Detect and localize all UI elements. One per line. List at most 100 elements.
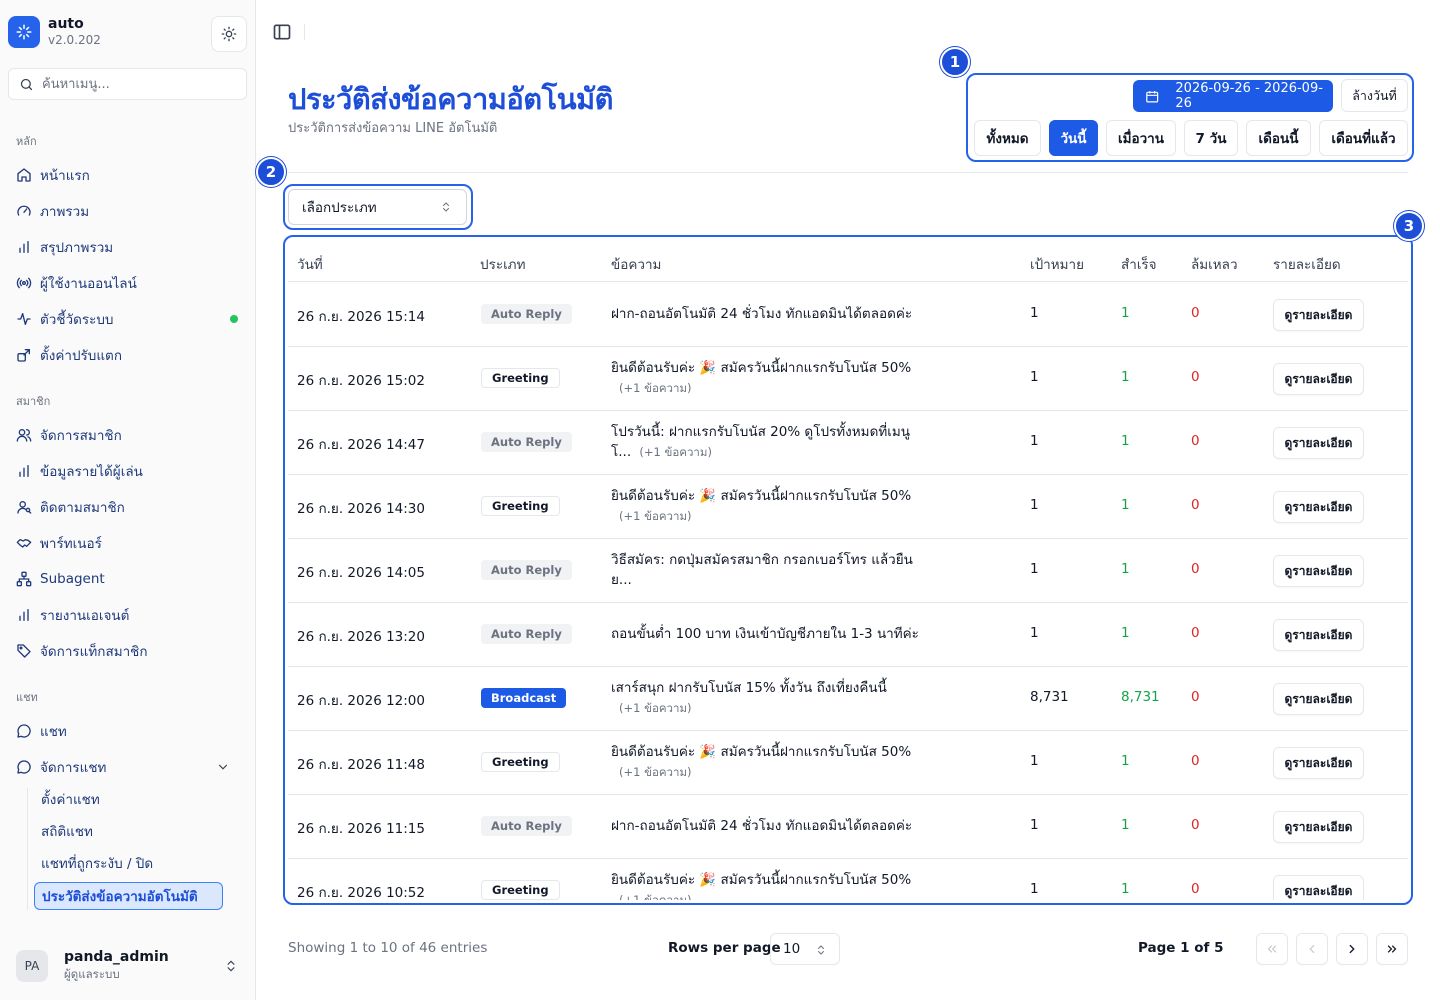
date-cell: 26 ก.ย. 2026 15:02 (297, 373, 425, 389)
date-cell: 26 ก.ย. 2026 14:47 (297, 437, 425, 453)
sidebar-item-label: รายงานเอเจนต์ (40, 608, 130, 624)
success-cell: 8,731 (1121, 689, 1160, 705)
radio-broadcast-icon (16, 277, 32, 289)
sidebar-item-player-income[interactable]: ข้อมูลรายได้ผู้เล่น (8, 455, 248, 487)
online-status-dot (230, 315, 238, 323)
sidebar-subitem-chat-settings[interactable]: ตั้งค่าแชท (34, 785, 223, 813)
sidebar-item-online-users[interactable]: ผู้ใช้งานออนไลน์ (8, 267, 248, 299)
sidebar-item-label: Subagent (40, 571, 105, 587)
message-text: ยินดีต้อนรับค่ะ 🎉 สมัครวันนี้ฝากแรกรับโบ… (611, 872, 912, 888)
message-cell: ยินดีต้อนรับค่ะ 🎉 สมัครวันนี้ฝากแรกรับโบ… (611, 358, 921, 398)
type-badge: Greeting (481, 752, 560, 772)
first-page-button[interactable] (1256, 933, 1288, 965)
sidebar-item-label: จัดการสมาชิก (40, 428, 122, 444)
sidebar-item-chat[interactable]: แชท (8, 715, 248, 747)
table-row: 26 ก.ย. 2026 12:00 Broadcast เสาร์สนุก ฝาก… (288, 667, 1408, 731)
view-detail-button[interactable]: ดูรายละเอียด (1273, 299, 1364, 331)
sidebar-item-manage-members[interactable]: จัดการสมาชิก (8, 419, 248, 451)
column-header-success[interactable]: สำเร็จ (1121, 253, 1157, 275)
rows-per-page-label: Rows per page (668, 940, 781, 956)
sidebar-item-summary[interactable]: สรุปภาพรวม (8, 231, 248, 263)
brand[interactable]: auto v2.0.202 (8, 16, 101, 48)
view-detail-button[interactable]: ดูรายละเอียด (1273, 427, 1364, 459)
filter-yesterday-button[interactable]: เมื่อวาน (1106, 120, 1176, 156)
sidebar-item-custom-settings[interactable]: ตั้งค่าปรับแตก (8, 339, 248, 371)
sidebar-subitem-chat-stats[interactable]: สถิติแชท (34, 817, 223, 845)
sidebar-item-label: ผู้ใช้งานออนไลน์ (40, 276, 137, 292)
sidebar-item-label: สรุปภาพรวม (40, 240, 114, 256)
date-cell: 26 ก.ย. 2026 13:20 (297, 629, 425, 645)
view-detail-button[interactable]: ดูรายละเอียด (1273, 491, 1364, 523)
filter-this-month-button[interactable]: เดือนนี้ (1246, 120, 1311, 156)
sidebar-item-overview[interactable]: ภาพรวม (8, 195, 248, 227)
sidebar-item-member-tags[interactable]: จัดการแท็กสมาชิก (8, 635, 248, 667)
chat-bubble-icon (17, 760, 31, 774)
message-text: ยินดีต้อนรับค่ะ 🎉 สมัครวันนี้ฝากแรกรับโบ… (611, 360, 912, 376)
sidebar-item-home[interactable]: หน้าแรก (8, 159, 248, 191)
view-detail-button[interactable]: ดูรายละเอียด (1273, 811, 1364, 843)
filter-today-button[interactable]: วันนี้ (1049, 120, 1098, 156)
message-extra-count: (+1 ข้อความ) (619, 381, 692, 395)
column-header-message[interactable]: ข้อความ (611, 253, 661, 275)
sidebar-item-track-members[interactable]: ติดตามสมาชิก (8, 491, 248, 523)
next-page-button[interactable] (1336, 933, 1368, 965)
sidebar-toggle-button[interactable] (272, 22, 292, 42)
message-history-table: วันที่ ประเภท ข้อความ เป้าหมาย สำเร็จ ล้… (288, 240, 1408, 900)
sidebar-item-manage-chat[interactable]: จัดการแชท (8, 751, 248, 783)
brand-name: auto (48, 16, 84, 32)
group-label-main: หลัก (16, 135, 37, 148)
rows-per-page-select[interactable]: 10 (770, 933, 840, 965)
chevron-left-icon (1309, 944, 1315, 954)
message-cell: ฝาก-ถอนอัตโนมัติ 24 ชั่วโมง ทักแอดมินได้… (611, 816, 921, 836)
menu-search[interactable] (8, 68, 247, 100)
view-detail-button[interactable]: ดูรายละเอียด (1273, 555, 1364, 587)
filter-last-month-button[interactable]: เดือนที่แล้ว (1319, 120, 1408, 156)
previous-page-button[interactable] (1296, 933, 1328, 965)
sidebar-item-system-metrics[interactable]: ตัวชี้วัดระบบ (8, 303, 248, 335)
column-header-type[interactable]: ประเภท (480, 253, 525, 275)
date-range-button[interactable]: 2026-09-26 - 2026-09-26 (1133, 80, 1333, 112)
target-cell: 1 (1030, 369, 1039, 385)
sidebar-subitem-blocked-chats[interactable]: แชทที่ถูกระงับ / ปิด (34, 849, 223, 877)
user-menu[interactable]: PA panda_admin ผู้ดูแลระบบ (8, 940, 248, 992)
sidebar-item-partner[interactable]: พาร์ทเนอร์ (8, 527, 248, 559)
success-cell: 1 (1121, 369, 1130, 385)
target-cell: 1 (1030, 753, 1039, 769)
submenu-guide-line (27, 788, 28, 910)
column-header-detail[interactable]: รายละเอียด (1273, 253, 1341, 275)
column-header-failed[interactable]: ล้มเหลว (1191, 253, 1238, 275)
sidebar-item-subagent[interactable]: Subagent (8, 563, 248, 595)
failed-cell: 0 (1191, 625, 1200, 641)
page-title: ประวัติส่งข้อความอัตโนมัติ (288, 82, 613, 116)
date-cell: 26 ก.ย. 2026 12:00 (297, 693, 425, 709)
sidebar-item-agent-report[interactable]: รายงานเอเจนต์ (8, 599, 248, 631)
view-detail-button[interactable]: ดูรายละเอียด (1273, 747, 1364, 779)
last-page-button[interactable] (1376, 933, 1408, 965)
type-select[interactable]: เลือกประเภท (288, 189, 467, 225)
menu-search-input[interactable] (42, 76, 232, 92)
filter-all-button[interactable]: ทั้งหมด (974, 120, 1041, 156)
failed-cell: 0 (1191, 561, 1200, 577)
column-header-date[interactable]: วันที่ (297, 253, 323, 275)
rows-per-page-value: 10 (783, 941, 801, 957)
target-cell: 1 (1030, 305, 1039, 321)
message-text: เสาร์สนุก ฝากรับโบนัส 15% ทั้งวัน ถึงเที… (611, 680, 887, 696)
filter-7days-button[interactable]: 7 วัน (1184, 120, 1238, 156)
view-detail-button[interactable]: ดูรายละเอียด (1273, 875, 1364, 900)
table-row: 26 ก.ย. 2026 15:14 Auto Reply ฝาก-ถอนอัตโน… (288, 283, 1408, 347)
view-detail-button[interactable]: ดูรายละเอียด (1273, 683, 1364, 715)
clear-date-button[interactable]: ล้างวันที่ (1341, 79, 1408, 112)
table-row: 26 ก.ย. 2026 15:02 Greeting ยินดีต้อนรับค่… (288, 347, 1408, 411)
target-cell: 1 (1030, 433, 1039, 449)
message-text-continued: โ... (611, 444, 632, 460)
user-name: panda_admin (64, 949, 169, 965)
view-detail-button[interactable]: ดูรายละเอียด (1273, 363, 1364, 395)
type-badge: Broadcast (481, 688, 567, 708)
message-cell: วิธีสมัคร: กดปุ่มสมัครสมาชิก กรอกเบอร์โท… (611, 550, 921, 590)
success-cell: 1 (1121, 881, 1130, 897)
view-detail-button[interactable]: ดูรายละเอียด (1273, 619, 1364, 651)
theme-toggle-button[interactable] (211, 16, 247, 52)
sidebar-subitem-auto-message-history[interactable]: ประวัติส่งข้อความอัตโนมัติ (34, 882, 223, 910)
column-header-target[interactable]: เป้าหมาย (1030, 253, 1084, 275)
activity-icon (17, 313, 31, 325)
